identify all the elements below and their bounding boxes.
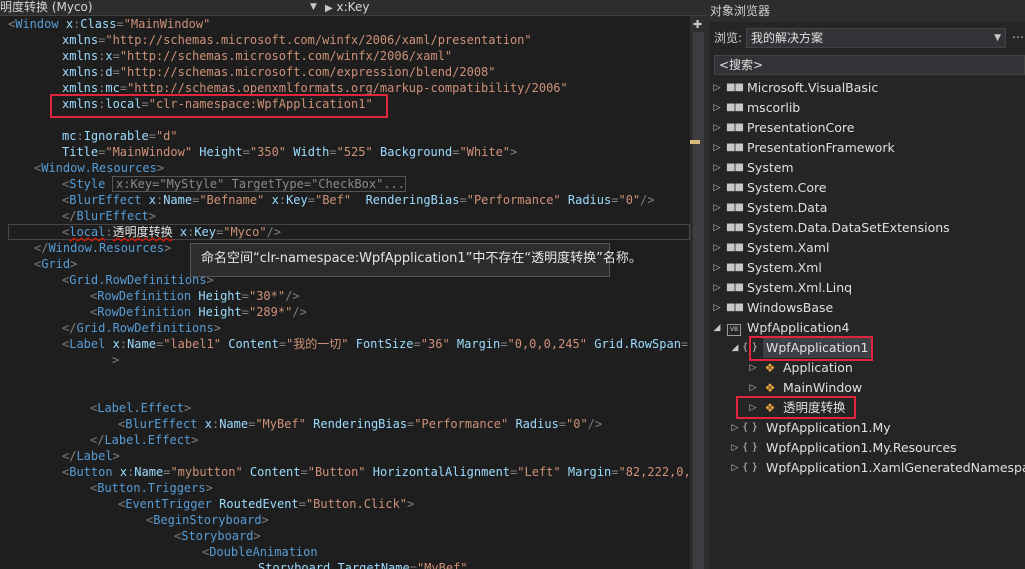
editor-navigation-bar: 明度转换 (Myco) ▼ ▶ x:Key [0,0,707,16]
code-line-34: <DoubleAnimation [202,545,318,559]
member-dropdown[interactable]: ▶ x:Key [325,0,685,15]
tree-item-windowsbase[interactable]: ▷ ■■ WindowsBase [710,298,1025,318]
code-line-15: </Window.Resources> [34,241,172,255]
object-browser-title: 对象浏览器 [710,0,1025,22]
tree-item-wpfapplication1-my[interactable]: ▷{ } WpfApplication1.My [710,418,1025,438]
editor-gutter [0,16,8,569]
code-line-18: <RowDefinition Height="30*"/> [90,289,300,303]
collapsed-style-hint[interactable]: x:Key="MyStyle" TargetType="CheckBox"... [112,176,406,192]
object-tree[interactable]: ▷ ■■ Microsoft.VisualBasic ▷ ■■ mscorlib ▷ ■■… [710,78,1025,569]
tree-item-mscorlib[interactable]: ▷ ■■ mscorlib [710,98,1025,118]
namespace-icon: { } [742,462,758,473]
code-line-9: Title="MainWindow" Height="350" Width="5… [62,145,518,159]
tree-item-wpfapplication1-my-resources[interactable]: ▷{ } WpfApplication1.My.Resources [710,438,1025,458]
tree-item-system-core[interactable]: ▷ ■■ System.Core [710,178,1025,198]
code-line-8: mc:Ignorable="d" [62,129,178,143]
code-line-12: <BlurEffect x:Name="Befname" x:Key="Bef"… [62,193,655,207]
code-line-2: xmlns="http://schemas.microsoft.com/winf… [62,33,532,47]
search-input[interactable]: <搜索> [714,55,1025,75]
type-dropdown[interactable]: 明度转换 (Myco) ▼ [0,0,320,15]
tree-item-presentationcore[interactable]: ▷ ■■ PresentationCore [710,118,1025,138]
highlight-converter-class [736,396,856,419]
xaml-editor[interactable]: 明度转换 (Myco) ▼ ▶ x:Key <Window x:Class="M… [0,0,707,569]
tree-item-wpfapplication4[interactable]: ◢ VB WpfApplication4 [710,318,1025,338]
member-icon: ▶ [325,3,333,14]
browse-dropdown-value: 我的解决方案 [751,31,824,45]
code-line-29: <Button x:Name="mybutton" Content="Butto… [62,465,690,479]
scroll-marker [690,140,700,144]
tree-item-presentationframework[interactable]: ▷ ■■ PresentationFramework [710,138,1025,158]
code-line-21: <Label x:Name="label1" Content="我的一切" Fo… [62,337,690,351]
code-line-32: <BeginStoryboard> [146,513,269,527]
browse-label: 浏览: [714,31,743,45]
code-line-19: <RowDefinition Height="289*"/> [90,305,307,319]
tree-item-system-data-datasetextensions[interactable]: ▷ ■■ System.Data.DataSetExtensions [710,218,1025,238]
code-line-11: <Style [62,177,106,191]
highlight-xmlns-local [50,94,388,118]
split-icon[interactable]: ✚ [693,18,702,31]
code-line-4: xmlns:d="http://schemas.microsoft.com/ex… [62,65,496,79]
code-line-25: <Label.Effect> [90,401,192,415]
class-icon: ❖ [764,361,776,375]
editor-scrollbar-thumb[interactable] [693,32,704,569]
member-dropdown-value: x:Key [336,0,370,14]
vb-project-icon: VB [727,324,741,336]
tree-item-mainwindow[interactable]: ▷ ❖ MainWindow [710,378,1025,398]
code-line-33: <Storyboard> [174,529,261,543]
tree-item-system-xml[interactable]: ▷ ■■ System.Xml [710,258,1025,278]
chevron-down-icon: ▼ [994,33,1001,43]
namespace-icon: { } [742,442,758,453]
code-line-10: <Window.Resources> [34,161,165,175]
code-line-35: Storyboard.TargetName="MyBef" [258,561,468,569]
code-line-3: xmlns:x="http://schemas.microsoft.com/wi… [62,49,453,63]
tree-item-system-data[interactable]: ▷ ■■ System.Data [710,198,1025,218]
error-tooltip: 命名空间“clr-namespace:WpfApplication1”中不存在“… [190,243,642,277]
tree-item-application[interactable]: ▷ ❖ Application [710,358,1025,378]
tree-item-wpfapplication1-xamlgeneratednamespace[interactable]: ▷{ } WpfApplication1.XamlGeneratedNamespa… [710,458,1025,478]
tree-item-system-xml-linq[interactable]: ▷ ■■ System.Xml.Linq [710,278,1025,298]
tree-item-system-xaml[interactable]: ▷ ■■ System.Xaml [710,238,1025,258]
chevron-down-icon: ▼ [310,2,317,12]
class-icon: ❖ [764,381,776,395]
code-line-16: <Grid> [34,257,78,271]
code-line-20: </Grid.RowDefinitions> [62,321,221,335]
highlight-namespace [749,336,873,361]
code-line-26: <BlurEffect x:Name="MyBef" RenderingBias… [118,417,603,431]
tree-item-microsoft-visualbasic[interactable]: ▷ ■■ Microsoft.VisualBasic [710,78,1025,98]
code-area[interactable]: <Window x:Class="MainWindow" xmlns="http… [8,16,690,569]
browse-dropdown[interactable]: 我的解决方案 ▼ [746,28,1006,48]
code-line-31: <EventTrigger RoutedEvent="Button.Click"… [118,497,415,511]
type-dropdown-value: 明度转换 (Myco) [0,0,93,14]
code-line-27: </Label.Effect> [90,433,199,447]
code-line-1: <Window x:Class="MainWindow" [8,17,211,31]
code-line-28: </Label> [62,449,120,463]
namespace-icon: { } [742,422,758,433]
code-line-30: <Button.Triggers> [90,481,213,495]
tree-item-system[interactable]: ▷ ■■ System [710,158,1025,178]
object-browser: 对象浏览器 浏览: 我的解决方案 ▼ ⋯ <搜索> ▷ ■■ Microsoft.V… [710,0,1025,569]
settings-icon[interactable]: ⋯ [1012,30,1024,44]
code-line-22: > [112,353,120,367]
code-line-13: </BlurEffect> [62,209,156,223]
code-line-14: <local:透明度转换 x:Key="Myco"/> [62,225,282,239]
